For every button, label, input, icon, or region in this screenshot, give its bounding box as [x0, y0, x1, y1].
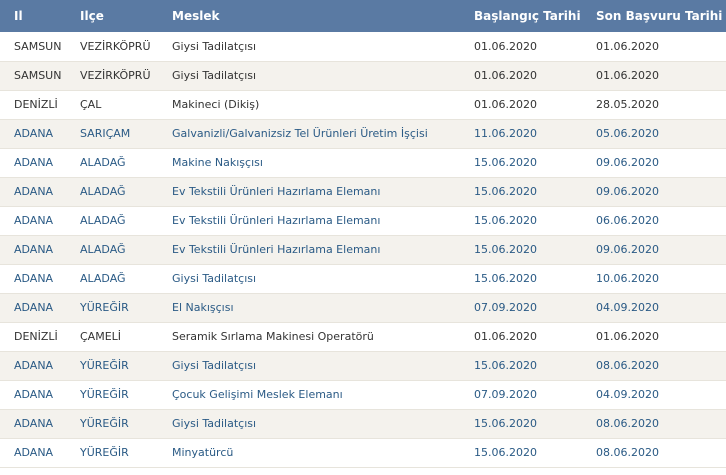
cell-meslek[interactable]: Ev Tekstili Ürünleri Hazırlama Elemanı [172, 177, 474, 207]
cell-il[interactable]: ADANA [0, 293, 80, 323]
cell-il[interactable]: ADANA [0, 380, 80, 410]
cell-meslek[interactable]: Seramik Sırlama Makinesi Operatörü [172, 322, 474, 352]
cell-ilce[interactable]: ALADAĞ [80, 235, 172, 265]
cell-meslek[interactable]: Ev Tekstili Ürünleri Hazırlama Elemanı [172, 206, 474, 236]
header-ilce[interactable]: Ilçe [80, 0, 172, 32]
cell-baslangic-tarihi[interactable]: 11.06.2020 [474, 119, 596, 149]
cell-il[interactable]: ADANA [0, 148, 80, 178]
course-table: Il Ilçe Meslek Başlangıç Tarihi Son Başv… [0, 0, 726, 468]
cell-meslek[interactable]: Makineci (Dikiş) [172, 90, 474, 120]
table-row[interactable]: ADANA YÜREĞİR Giysi Tadilatçısı 15.06.20… [0, 409, 726, 439]
table-row[interactable]: ADANA YÜREĞİR El Nakışçısı 07.09.2020 04… [0, 293, 726, 323]
cell-baslangic-tarihi[interactable]: 01.06.2020 [474, 32, 596, 62]
cell-baslangic-tarihi[interactable]: 15.06.2020 [474, 206, 596, 236]
cell-ilce[interactable]: ÇAMELİ [80, 322, 172, 352]
cell-son-basvuru-tarihi[interactable]: 08.06.2020 [596, 351, 726, 381]
cell-son-basvuru-tarihi[interactable]: 09.06.2020 [596, 177, 726, 207]
cell-baslangic-tarihi[interactable]: 07.09.2020 [474, 380, 596, 410]
cell-meslek[interactable]: Giysi Tadilatçısı [172, 32, 474, 62]
header-baslangic-tarihi[interactable]: Başlangıç Tarihi [474, 0, 596, 32]
cell-ilce[interactable]: YÜREĞİR [80, 438, 172, 468]
cell-meslek[interactable]: El Nakışçısı [172, 293, 474, 323]
cell-son-basvuru-tarihi[interactable]: 05.06.2020 [596, 119, 726, 149]
cell-son-basvuru-tarihi[interactable]: 06.06.2020 [596, 206, 726, 236]
table-row[interactable]: ADANA YÜREĞİR Çocuk Gelişimi Meslek Elem… [0, 380, 726, 410]
table-row[interactable]: ADANA YÜREĞİR Minyatürcü 15.06.2020 08.0… [0, 438, 726, 468]
cell-baslangic-tarihi[interactable]: 01.06.2020 [474, 90, 596, 120]
cell-ilce[interactable]: YÜREĞİR [80, 351, 172, 381]
table-row[interactable]: DENİZLİ ÇAL Makineci (Dikiş) 01.06.2020 … [0, 90, 726, 120]
table-row[interactable]: ADANA ALADAĞ Giysi Tadilatçısı 15.06.202… [0, 264, 726, 294]
cell-baslangic-tarihi[interactable]: 15.06.2020 [474, 438, 596, 468]
cell-il[interactable]: ADANA [0, 206, 80, 236]
cell-il[interactable]: ADANA [0, 438, 80, 468]
table-row[interactable]: SAMSUN VEZİRKÖPRÜ Giysi Tadilatçısı 01.0… [0, 32, 726, 62]
table-body: SAMSUN VEZİRKÖPRÜ Giysi Tadilatçısı 01.0… [0, 32, 726, 468]
cell-il[interactable]: ADANA [0, 351, 80, 381]
cell-ilce[interactable]: ALADAĞ [80, 148, 172, 178]
cell-baslangic-tarihi[interactable]: 07.09.2020 [474, 293, 596, 323]
cell-ilce[interactable]: ÇAL [80, 90, 172, 120]
cell-son-basvuru-tarihi[interactable]: 10.06.2020 [596, 264, 726, 294]
cell-baslangic-tarihi[interactable]: 15.06.2020 [474, 148, 596, 178]
header-il[interactable]: Il [0, 0, 80, 32]
cell-ilce[interactable]: ALADAĞ [80, 206, 172, 236]
cell-baslangic-tarihi[interactable]: 15.06.2020 [474, 177, 596, 207]
cell-baslangic-tarihi[interactable]: 15.06.2020 [474, 235, 596, 265]
cell-meslek[interactable]: Minyatürcü [172, 438, 474, 468]
cell-son-basvuru-tarihi[interactable]: 09.06.2020 [596, 148, 726, 178]
table-row[interactable]: ADANA ALADAĞ Ev Tekstili Ürünleri Hazırl… [0, 235, 726, 265]
cell-son-basvuru-tarihi[interactable]: 04.09.2020 [596, 380, 726, 410]
cell-son-basvuru-tarihi[interactable]: 01.06.2020 [596, 61, 726, 91]
cell-meslek[interactable]: Giysi Tadilatçısı [172, 351, 474, 381]
table-row[interactable]: DENİZLİ ÇAMELİ Seramik Sırlama Makinesi … [0, 322, 726, 352]
table-row[interactable]: ADANA ALADAĞ Ev Tekstili Ürünleri Hazırl… [0, 177, 726, 207]
header-meslek[interactable]: Meslek [172, 0, 474, 32]
table-header: Il Ilçe Meslek Başlangıç Tarihi Son Başv… [0, 0, 726, 32]
cell-ilce[interactable]: SARIÇAM [80, 119, 172, 149]
cell-son-basvuru-tarihi[interactable]: 28.05.2020 [596, 90, 726, 120]
cell-baslangic-tarihi[interactable]: 15.06.2020 [474, 264, 596, 294]
cell-ilce[interactable]: YÜREĞİR [80, 380, 172, 410]
cell-ilce[interactable]: YÜREĞİR [80, 293, 172, 323]
cell-il[interactable]: DENİZLİ [0, 90, 80, 120]
cell-son-basvuru-tarihi[interactable]: 04.09.2020 [596, 293, 726, 323]
header-son-basvuru-tarihi[interactable]: Son Başvuru Tarihi [596, 0, 726, 32]
cell-il[interactable]: SAMSUN [0, 61, 80, 91]
cell-ilce[interactable]: ALADAĞ [80, 177, 172, 207]
cell-meslek[interactable]: Giysi Tadilatçısı [172, 409, 474, 439]
cell-baslangic-tarihi[interactable]: 15.06.2020 [474, 351, 596, 381]
cell-il[interactable]: SAMSUN [0, 32, 80, 62]
cell-baslangic-tarihi[interactable]: 15.06.2020 [474, 409, 596, 439]
cell-il[interactable]: ADANA [0, 409, 80, 439]
cell-baslangic-tarihi[interactable]: 01.06.2020 [474, 61, 596, 91]
table-row[interactable]: SAMSUN VEZİRKÖPRÜ Giysi Tadilatçısı 01.0… [0, 61, 726, 91]
cell-ilce[interactable]: VEZİRKÖPRÜ [80, 61, 172, 91]
cell-meslek[interactable]: Galvanizli/Galvanizsiz Tel Ürünleri Üret… [172, 119, 474, 149]
cell-meslek[interactable]: Makine Nakışçısı [172, 148, 474, 178]
cell-il[interactable]: ADANA [0, 264, 80, 294]
cell-meslek[interactable]: Giysi Tadilatçısı [172, 264, 474, 294]
cell-il[interactable]: ADANA [0, 119, 80, 149]
cell-il[interactable]: DENİZLİ [0, 322, 80, 352]
cell-il[interactable]: ADANA [0, 177, 80, 207]
cell-ilce[interactable]: VEZİRKÖPRÜ [80, 32, 172, 62]
table-row[interactable]: ADANA YÜREĞİR Giysi Tadilatçısı 15.06.20… [0, 351, 726, 381]
cell-baslangic-tarihi[interactable]: 01.06.2020 [474, 322, 596, 352]
table-row[interactable]: ADANA ALADAĞ Makine Nakışçısı 15.06.2020… [0, 148, 726, 178]
table-row[interactable]: ADANA ALADAĞ Ev Tekstili Ürünleri Hazırl… [0, 206, 726, 236]
cell-ilce[interactable]: ALADAĞ [80, 264, 172, 294]
cell-son-basvuru-tarihi[interactable]: 09.06.2020 [596, 235, 726, 265]
cell-meslek[interactable]: Çocuk Gelişimi Meslek Elemanı [172, 380, 474, 410]
cell-meslek[interactable]: Giysi Tadilatçısı [172, 61, 474, 91]
cell-il[interactable]: ADANA [0, 235, 80, 265]
cell-meslek[interactable]: Ev Tekstili Ürünleri Hazırlama Elemanı [172, 235, 474, 265]
cell-son-basvuru-tarihi[interactable]: 08.06.2020 [596, 409, 726, 439]
cell-ilce[interactable]: YÜREĞİR [80, 409, 172, 439]
cell-son-basvuru-tarihi[interactable]: 01.06.2020 [596, 32, 726, 62]
cell-son-basvuru-tarihi[interactable]: 08.06.2020 [596, 438, 726, 468]
header-row: Il Ilçe Meslek Başlangıç Tarihi Son Başv… [0, 0, 726, 32]
table-row[interactable]: ADANA SARIÇAM Galvanizli/Galvanizsiz Tel… [0, 119, 726, 149]
cell-son-basvuru-tarihi[interactable]: 01.06.2020 [596, 322, 726, 352]
